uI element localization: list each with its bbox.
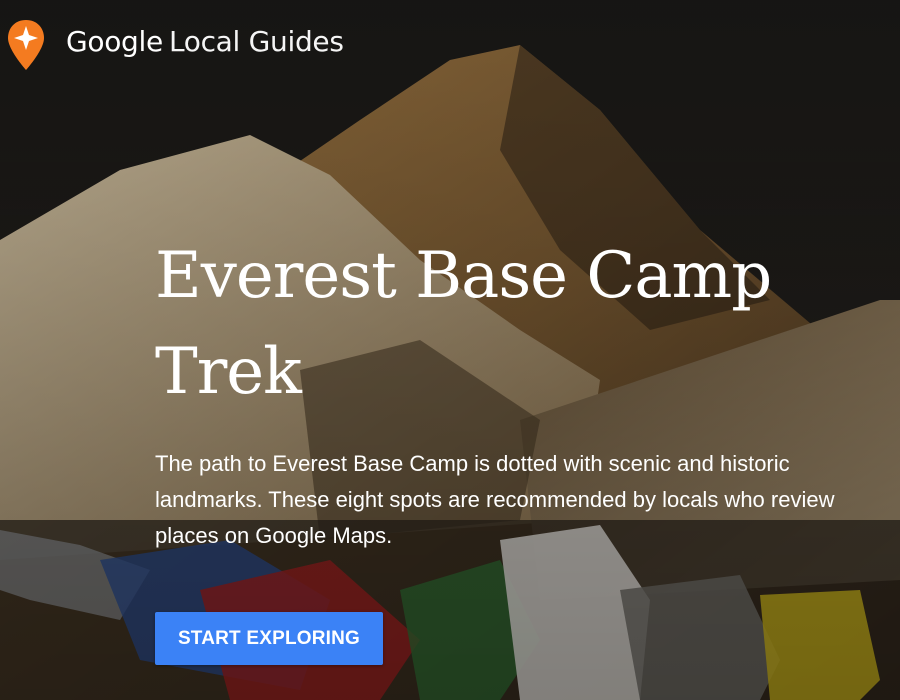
local-guides-star-pin-icon: [8, 20, 44, 70]
brand-wordmark[interactable]: Google Local Guides: [66, 25, 344, 58]
brand-local-guides: Local Guides: [168, 25, 344, 58]
brand-google: Google: [66, 25, 163, 58]
start-exploring-button[interactable]: START EXPLORING: [155, 612, 383, 665]
page-title: Everest Base Camp Trek: [155, 239, 772, 409]
hero-description: The path to Everest Base Camp is dotted …: [155, 451, 835, 548]
local-guides-logo[interactable]: [6, 18, 46, 72]
